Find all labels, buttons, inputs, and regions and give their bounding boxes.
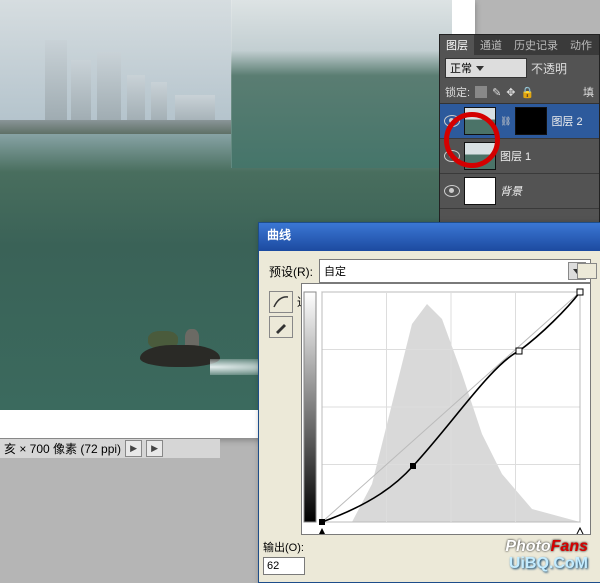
preset-label: 预设(R): bbox=[269, 263, 313, 280]
layer-mask-thumbnail[interactable] bbox=[515, 107, 547, 135]
layer-thumbnail[interactable] bbox=[464, 107, 496, 135]
blend-mode-select[interactable]: 正常 bbox=[445, 58, 527, 78]
brush-icon[interactable]: ✎ bbox=[492, 86, 501, 99]
scroll-right-button[interactable]: ▶ bbox=[125, 440, 142, 457]
watermark-text-1b: Fans bbox=[551, 538, 588, 555]
lock-transparent-icon[interactable] bbox=[475, 86, 487, 98]
layer-row-2[interactable]: ⛓ 图层 2 bbox=[440, 104, 599, 139]
dialog-titlebar[interactable]: 曲线 bbox=[259, 223, 600, 251]
preset-select[interactable]: 自定 bbox=[319, 259, 591, 283]
preset-menu-button[interactable] bbox=[577, 263, 597, 279]
photo-right-patch bbox=[231, 0, 452, 168]
output-input[interactable] bbox=[263, 557, 305, 575]
preset-value: 自定 bbox=[324, 263, 346, 279]
curves-chart[interactable] bbox=[302, 284, 590, 534]
curves-graph[interactable] bbox=[301, 283, 591, 535]
layer-row-1[interactable]: 图层 1 bbox=[440, 139, 599, 174]
tab-layers[interactable]: 图层 bbox=[440, 35, 474, 55]
visibility-eye-icon[interactable] bbox=[444, 115, 460, 127]
layer-thumbnail[interactable] bbox=[464, 177, 496, 205]
document-status-bar: 亥 × 700 像素 (72 ppi) ▶ ▶ bbox=[0, 438, 220, 458]
layers-panel: 图层 通道 历史记录 动作 正常 不透明 锁定: ✎ ✥ 🔒 填 ⛓ 图层 2 … bbox=[439, 34, 600, 236]
chevron-down-icon bbox=[476, 66, 484, 71]
curves-dialog: 曲线 预设(R): 自定 通道(C): RGB bbox=[258, 222, 600, 583]
photo-boat bbox=[130, 315, 230, 375]
tab-history[interactable]: 历史记录 bbox=[508, 35, 564, 55]
output-label: 输出(O): bbox=[263, 539, 304, 555]
layer-name[interactable]: 图层 1 bbox=[500, 148, 531, 164]
watermark: PhotoFans UiBQ.CoM bbox=[505, 538, 588, 573]
lock-all-icon[interactable]: 🔒 bbox=[521, 86, 535, 99]
tab-actions[interactable]: 动作 bbox=[564, 35, 598, 55]
status-text: 亥 × 700 像素 (72 ppi) bbox=[4, 440, 121, 457]
opacity-label: 不透明 bbox=[531, 60, 567, 77]
move-lock-icon[interactable]: ✥ bbox=[506, 86, 515, 99]
visibility-eye-icon[interactable] bbox=[444, 185, 460, 197]
layer-name[interactable]: 背景 bbox=[500, 183, 522, 199]
layer-name[interactable]: 图层 2 bbox=[551, 113, 582, 129]
fill-label: 填 bbox=[583, 84, 594, 100]
watermark-text-2: UiBQ.CoM bbox=[505, 555, 588, 573]
tab-channels[interactable]: 通道 bbox=[474, 35, 508, 55]
visibility-eye-icon[interactable] bbox=[444, 150, 460, 162]
lock-label: 锁定: bbox=[445, 84, 470, 100]
curve-tool-smooth[interactable] bbox=[269, 291, 293, 313]
photo-buildings bbox=[45, 40, 225, 130]
curve-tool-pencil[interactable] bbox=[269, 316, 293, 338]
blend-mode-value: 正常 bbox=[450, 60, 472, 76]
watermark-text-1a: Photo bbox=[505, 538, 550, 555]
scroll-right-end-button[interactable]: ▶ bbox=[146, 440, 163, 457]
panel-tabs: 图层 通道 历史记录 动作 bbox=[440, 35, 599, 55]
layer-row-bg[interactable]: 背景 bbox=[440, 174, 599, 209]
link-icon: ⛓ bbox=[500, 116, 511, 127]
layer-thumbnail[interactable] bbox=[464, 142, 496, 170]
